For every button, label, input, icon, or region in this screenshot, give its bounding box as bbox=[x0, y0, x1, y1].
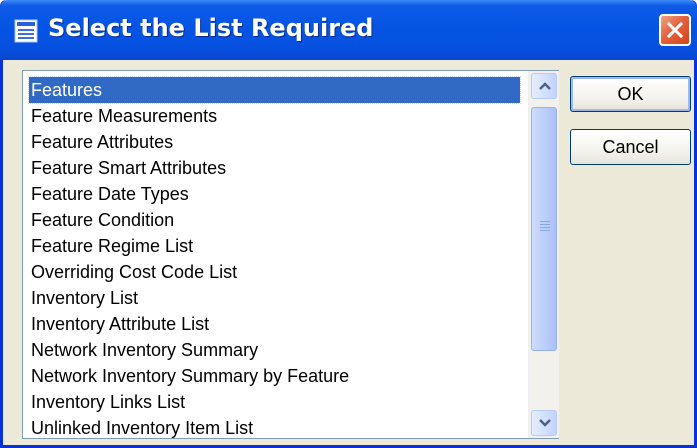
list-item[interactable]: Feature Date Types bbox=[29, 181, 520, 207]
cancel-button[interactable]: Cancel bbox=[570, 129, 691, 165]
dialog-title: Select the List Required bbox=[48, 14, 374, 42]
scroll-up-button[interactable] bbox=[531, 73, 557, 99]
list-item[interactable]: Feature Condition bbox=[29, 207, 520, 233]
ok-button[interactable]: OK bbox=[570, 76, 691, 112]
list-item[interactable]: Feature Attributes bbox=[29, 129, 520, 155]
list-item[interactable]: Feature Regime List bbox=[29, 233, 520, 259]
scroll-thumb[interactable] bbox=[531, 107, 557, 351]
title-bar[interactable]: Select the List Required bbox=[0, 0, 697, 60]
grip-line bbox=[540, 224, 550, 225]
list-item[interactable]: Feature Smart Attributes bbox=[29, 155, 520, 181]
list-item[interactable]: Unlinked Inventory Item List bbox=[29, 415, 520, 438]
list-item[interactable]: Inventory Links List bbox=[29, 389, 520, 415]
scroll-down-button[interactable] bbox=[531, 410, 557, 436]
list-item[interactable]: Overriding Cost Code List bbox=[29, 259, 520, 285]
list-item[interactable]: Inventory Attribute List bbox=[29, 311, 520, 337]
list-item[interactable]: Features bbox=[28, 76, 521, 104]
list-box[interactable]: Features Feature Measurements Feature Attr… bbox=[22, 70, 559, 439]
dialog-window: Select the List Required Features Feature… bbox=[0, 0, 697, 448]
grip-line bbox=[540, 221, 550, 222]
list-item[interactable]: Network Inventory Summary by Feature bbox=[29, 363, 520, 389]
grip-line bbox=[540, 227, 550, 228]
vertical-scrollbar[interactable] bbox=[528, 71, 559, 438]
list-items-container: Features Feature Measurements Feature Attr… bbox=[23, 71, 528, 438]
list-item[interactable]: Network Inventory Summary bbox=[29, 337, 520, 363]
list-item[interactable]: Feature Measurements bbox=[29, 103, 520, 129]
list-item[interactable]: Inventory List bbox=[29, 285, 520, 311]
list-window-icon bbox=[14, 19, 38, 43]
close-button[interactable] bbox=[659, 14, 691, 46]
grip-line bbox=[540, 230, 550, 231]
